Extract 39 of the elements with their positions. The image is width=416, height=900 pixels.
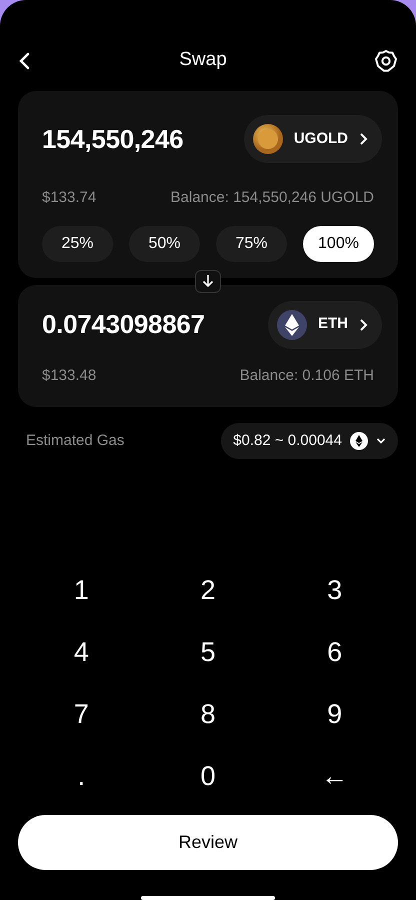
keypad-key[interactable]: 8 [144,683,272,746]
chevron-down-icon [376,437,386,446]
coin-icon [252,123,284,156]
review-button[interactable]: Review [18,815,398,870]
keypad-key[interactable]: 0 [144,745,272,808]
chevron-icon [358,132,368,146]
keypad-key[interactable]: 7 [18,683,145,746]
percent-button[interactable]: 50% [129,226,200,262]
amount-value[interactable]: 154,550,246 [34,120,184,159]
settings-icon[interactable] [374,48,398,73]
percent-button[interactable]: 100% [303,226,374,262]
keypad-key[interactable]: 9 [271,683,398,746]
ethereum-icon [350,432,368,450]
balance-text: Balance: 0.106 ETH [240,366,374,386]
keypad-key[interactable]: 4 [18,621,145,684]
chevron-icon [358,318,368,332]
keypad-key[interactable]: 5 [144,621,272,684]
keypad-key[interactable]: . [18,745,145,808]
gas-selector[interactable]: $0.82 ~ 0.00044 [221,423,398,460]
keypad-key[interactable]: 6 [271,621,398,684]
balance-text: Balance: 154,550,246 UGOLD [170,188,374,208]
gas-label: Estimated Gas [26,430,124,451]
down-arrow-icon [202,274,214,288]
home-indicator[interactable] [141,896,275,900]
fiat-value: $133.74 [42,188,96,208]
token-selector[interactable]: ETH [268,300,382,349]
screen-title: Swap [179,48,227,72]
keypad-key[interactable]: 2 [144,559,272,622]
keypad-key[interactable]: 1 [18,559,145,622]
keypad-key[interactable]: 3 [271,559,398,622]
ethereum-icon [276,308,308,341]
back-icon[interactable] [18,52,32,70]
amount-value: 0.0743098867 [41,308,205,342]
keypad-key[interactable]: ← [271,745,398,808]
fiat-value: $133.48 [42,366,96,386]
swap-direction-button[interactable] [195,270,221,293]
percent-button[interactable]: 75% [216,226,287,262]
token-selector[interactable]: UGOLD [244,115,382,164]
percent-button[interactable]: 25% [42,226,113,262]
